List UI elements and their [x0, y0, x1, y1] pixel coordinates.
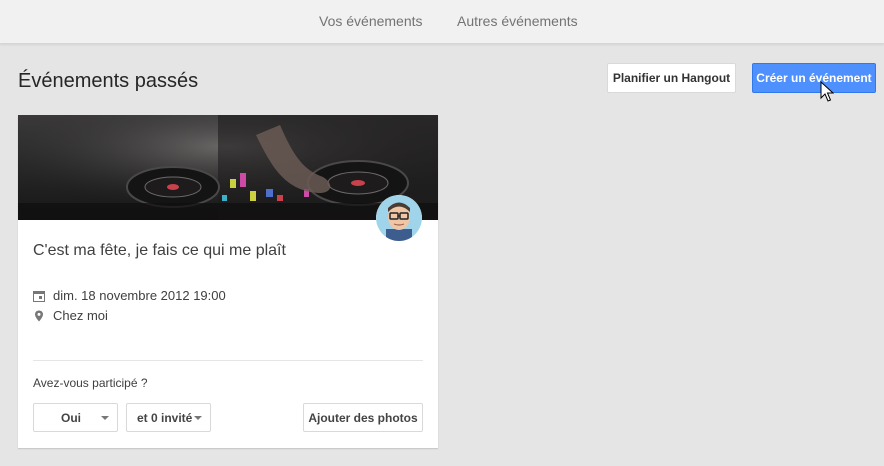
attendance-question: Avez-vous participé ? [33, 376, 148, 390]
event-title[interactable]: C'est ma fête, je fais ce qui me plaît [33, 242, 286, 260]
guests-value: et 0 invité [137, 410, 193, 425]
rsvp-select[interactable]: Oui [33, 403, 118, 432]
location-pin-icon [35, 310, 43, 321]
tab-your-events[interactable]: Vos événements [319, 13, 423, 29]
calendar-icon [33, 290, 45, 302]
event-location: Chez moi [53, 308, 108, 323]
event-banner-image [18, 115, 438, 220]
divider [33, 360, 423, 361]
chevron-down-icon [101, 416, 109, 420]
avatar [376, 195, 422, 241]
create-event-button[interactable]: Créer un événement [752, 63, 876, 93]
event-date: dim. 18 novembre 2012 19:00 [53, 288, 226, 303]
plan-hangout-button[interactable]: Planifier un Hangout [607, 63, 736, 93]
event-card[interactable]: C'est ma fête, je fais ce qui me plaît d… [18, 115, 438, 448]
event-location-row: Chez moi [33, 308, 108, 323]
page-title: Événements passés [18, 70, 199, 92]
guests-select[interactable]: et 0 invité [126, 403, 211, 432]
mouse-cursor-icon [820, 81, 834, 102]
top-navigation: Vos événements Autres événements [0, 0, 884, 44]
add-photos-button[interactable]: Ajouter des photos [303, 403, 423, 432]
tab-other-events[interactable]: Autres événements [457, 13, 578, 29]
rsvp-value: Oui [61, 410, 81, 425]
event-date-row: dim. 18 novembre 2012 19:00 [33, 288, 226, 303]
chevron-down-icon [194, 416, 202, 420]
